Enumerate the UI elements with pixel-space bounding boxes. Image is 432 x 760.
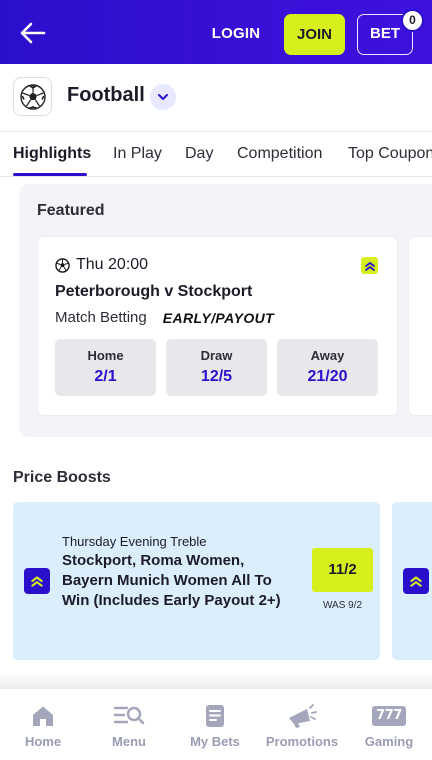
betslip-count-badge: 0 — [401, 9, 424, 32]
featured-match-card[interactable]: Thu 20:00 Peterborough v Stockport Match… — [38, 237, 397, 415]
match-time: Thu 20:00 — [76, 256, 149, 273]
join-button[interactable]: JOIN — [284, 14, 345, 55]
arrow-left-icon — [20, 22, 46, 44]
nav-label: Menu — [112, 734, 146, 749]
odds-button-away[interactable]: Away 21/20 — [277, 339, 378, 396]
sport-icon-tile — [13, 77, 52, 116]
nav-my-bets[interactable]: My Bets — [172, 689, 258, 760]
home-icon — [33, 706, 53, 726]
megaphone-icon — [289, 704, 317, 728]
tab-top-coupons[interactable]: Top Coupons — [348, 145, 432, 163]
nav-home[interactable]: Home — [0, 689, 86, 760]
early-payout-logo: EARLY/PAYOUT — [162, 309, 275, 326]
sport-dropdown-button[interactable] — [150, 84, 176, 110]
price-boosts-title: Price Boosts — [13, 469, 111, 486]
odds-price: 2/1 — [94, 368, 117, 385]
sport-title: Football — [67, 84, 145, 106]
boost-chevrons-icon — [410, 576, 422, 587]
boost-price-button[interactable]: 11/2 — [312, 548, 373, 592]
tab-highlights[interactable]: Highlights — [13, 145, 91, 163]
tab-competition[interactable]: Competition — [237, 145, 322, 163]
price-boost-icon — [403, 568, 429, 594]
featured-section: Featured Thu 20:00 Peterborough v Stockp… — [19, 184, 432, 437]
boost-chevrons-icon — [31, 576, 43, 587]
odds-price: 12/5 — [200, 368, 233, 385]
price-boost-card[interactable]: Thursday Evening Treble Stockport, Roma … — [13, 502, 380, 660]
nav-menu[interactable]: Menu — [86, 689, 172, 760]
odds-label: Home — [87, 348, 124, 363]
back-button[interactable] — [14, 18, 54, 48]
odds-button-draw[interactable]: Draw 12/5 — [166, 339, 267, 396]
match-teams: Peterborough v Stockport — [55, 283, 253, 300]
football-icon — [19, 83, 46, 110]
app-root: LOGIN JOIN BET 0 Football Highlights In … — [0, 0, 432, 760]
nav-gaming[interactable]: 777 Gaming — [346, 689, 432, 760]
nav-label: My Bets — [190, 734, 240, 749]
sport-tabs: Highlights In Play Day Competition Top C… — [0, 131, 432, 177]
tab-in-play[interactable]: In Play — [113, 145, 162, 163]
chevron-down-icon — [158, 94, 168, 100]
menu-search-icon — [113, 706, 145, 725]
featured-title: Featured — [37, 202, 105, 219]
slots-777-icon: 777 — [372, 706, 406, 726]
nav-promotions[interactable]: Promotions — [259, 689, 345, 760]
football-icon — [55, 257, 70, 273]
market-name: Match Betting — [55, 309, 147, 326]
active-tab-indicator — [13, 173, 87, 176]
next-match-card-peek[interactable] — [409, 237, 432, 415]
match-time-row: Thu 20:00 — [55, 256, 148, 274]
odds-label: Draw — [200, 348, 233, 363]
price-boost-icon — [24, 568, 50, 594]
odds-button-home[interactable]: Home 2/1 — [55, 339, 156, 396]
sport-selector: Football — [0, 64, 432, 130]
bottom-nav: Home Menu My Bets Promotions 777 Gaming — [0, 688, 432, 760]
next-boost-card-peek[interactable] — [392, 502, 432, 660]
boost-subtitle: Thursday Evening Treble — [62, 534, 207, 549]
boost-was-price: WAS 9/2 — [322, 600, 363, 611]
tab-day[interactable]: Day — [185, 145, 213, 163]
nav-label: Home — [24, 734, 62, 749]
price-boost-badge — [361, 257, 378, 274]
login-button[interactable]: LOGIN — [204, 20, 268, 48]
boost-chevrons-icon — [364, 261, 375, 271]
market-row: Match Betting EARLY/PAYOUT — [55, 309, 274, 326]
odds-price: 21/20 — [307, 368, 348, 385]
top-bar: LOGIN JOIN BET 0 — [0, 0, 432, 64]
boost-description: Stockport, Roma Women, Bayern Munich Wom… — [62, 552, 281, 609]
betslip-icon — [206, 705, 224, 727]
odds-label: Away — [310, 348, 345, 363]
nav-label: Promotions — [265, 734, 339, 749]
nav-label: Gaming — [364, 734, 414, 749]
